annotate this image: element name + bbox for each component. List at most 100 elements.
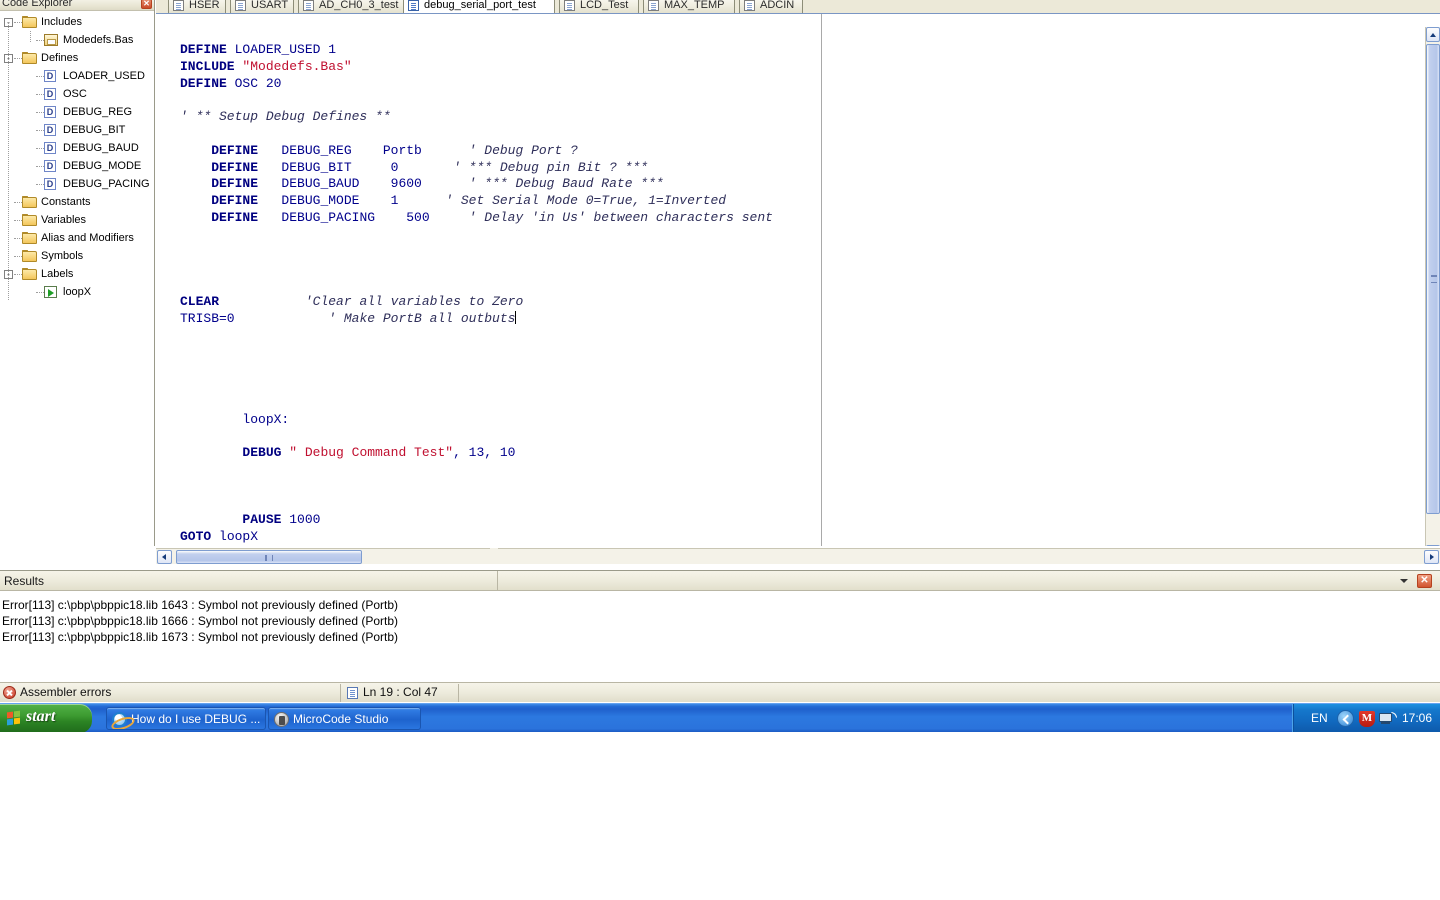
tree-item-label: DEBUG_BIT [63,121,125,139]
tree-item-label: DEBUG_PACING [63,175,150,193]
scroll-up-icon[interactable] [1426,27,1440,42]
tray-language-indicator[interactable]: EN [1311,711,1328,725]
define-icon: D [44,160,56,172]
code-token: DEBUG_REG Portb [258,143,469,158]
code-token: PAUSE [242,512,281,527]
document-icon [744,0,755,11]
code-token: " Debug Command Test" [281,445,453,460]
tab-max-temp[interactable]: MAX_TEMP [643,0,735,13]
document-icon [235,0,246,11]
tab-debug-serial-port-test[interactable]: debug_serial_port_test [403,0,555,13]
code-line [180,378,773,395]
results-list: Error[113] c:\pbp\pbppic18.lib 1643 : Sy… [2,597,398,645]
code-token: 'Clear all variables to Zero [305,294,523,309]
tree-item-label: DEBUG_REG [63,103,132,121]
taskbar-button-microcode-studio[interactable]: MicroCode Studio [268,707,421,730]
tree-item-label: Variables [41,211,86,229]
status-error-text: Assembler errors [20,685,111,699]
code-line: TRISB=0 ' Make PortB all outbuts [180,311,773,328]
tree-item-debug-pacing[interactable]: DDEBUG_PACING [0,175,154,193]
code-explorer-titlebar: Code Explorer ✕ [0,0,155,11]
scroll-down-icon[interactable] [1426,545,1440,546]
document-icon [303,0,314,11]
document-icon [347,687,358,699]
mcafee-shield-icon[interactable]: M [1359,711,1375,727]
editor-horizontal-scrollbar[interactable] [156,548,1440,564]
tree-item-includes[interactable]: -Includes [0,13,154,31]
tab-lcd-test[interactable]: LCD_Test [559,0,639,13]
code-editor[interactable]: DEFINE LOADER_USED 1INCLUDE "Modedefs.Ba… [156,13,1440,546]
start-button[interactable]: start [0,704,92,733]
tree-item-variables[interactable]: Variables [0,211,154,229]
code-token: ' Make PortB all outbuts [328,311,515,326]
code-token [180,210,211,225]
tab-adcin[interactable]: ADCIN [739,0,803,13]
code-token [180,176,211,191]
tree-item-label: Constants [41,193,91,211]
status-line-column: Ln 19 : Col 47 [363,685,438,699]
tree-item-debug-bit[interactable]: DDEBUG_BIT [0,121,154,139]
define-icon: D [44,70,56,82]
tree-item-loopx[interactable]: loopX [0,283,154,301]
code-line [180,479,773,496]
tree-item-debug-baud[interactable]: DDEBUG_BAUD [0,139,154,157]
code-line: PAUSE 1000 [180,512,773,529]
folder-icon [22,196,37,208]
tree-item-symbols[interactable]: Symbols [0,247,154,265]
code-line [180,260,773,277]
code-line [180,328,773,345]
tab-ad-ch0-3-test[interactable]: AD_CH0_3_test [298,0,413,13]
code-token [180,143,211,158]
start-button-label: start [26,708,55,726]
scroll-right-icon[interactable] [1424,550,1439,564]
result-row[interactable]: Error[113] c:\pbp\pbppic18.lib 1643 : Sy… [2,597,398,613]
code-token: DEBUG [242,445,281,460]
horizontal-scroll-thumb[interactable] [176,550,362,564]
code-token: GOTO [180,529,211,544]
network-icon[interactable] [1379,712,1395,726]
code-token: ' Debug Port ? [469,143,578,158]
editor-tab-strip: HSER USART AD_CH0_3_test debug_serial_port_… [156,0,1440,14]
code-token: INCLUDE [180,59,242,74]
results-close-icon[interactable]: ✕ [1417,574,1432,588]
code-token: ' Set Serial Mode 0=True, 1=Inverted [445,193,726,208]
taskbar-button-how-do-i-use-debug[interactable]: How do I use DEBUG ... [106,707,266,730]
tree-guide-line [8,22,9,300]
result-row[interactable]: Error[113] c:\pbp\pbppic18.lib 1666 : Sy… [2,613,398,629]
scroll-left-icon[interactable] [157,550,172,564]
vertical-scroll-thumb[interactable] [1426,44,1440,514]
tree-item-label: Symbols [41,247,83,265]
tree-item-defines[interactable]: -Defines [0,49,154,67]
code-token: TRISB=0 [180,311,235,326]
tab-label: debug_serial_port_test [424,0,536,11]
tree-item-label: Labels [41,265,73,283]
windows-logo-icon [7,711,22,726]
tray-clock[interactable]: 17:06 [1402,711,1432,725]
result-row[interactable]: Error[113] c:\pbp\pbppic18.lib 1673 : Sy… [2,629,398,645]
tree-item-label: Defines [41,49,78,67]
tree-item-debug-mode[interactable]: DDEBUG_MODE [0,157,154,175]
tree-item-modedefs-bas[interactable]: Modedefs.Bas [0,31,154,49]
tree-item-labels[interactable]: -Labels [0,265,154,283]
text-cursor [515,311,516,324]
code-line: DEFINE OSC 20 [180,76,773,93]
tree-item-loader-used[interactable]: DLOADER_USED [0,67,154,85]
editor-vertical-scrollbar[interactable] [1425,27,1440,546]
tree-item-label: Alias and Modifiers [41,229,134,247]
code-line: DEFINE DEBUG_BIT 0 ' *** Debug pin Bit ?… [180,160,773,177]
tree-item-alias-and-modifiers[interactable]: Alias and Modifiers [0,229,154,247]
document-icon [648,0,659,11]
tab-hser[interactable]: HSER [168,0,226,13]
tree-item-label: loopX [63,283,91,301]
tab-usart[interactable]: USART [230,0,294,13]
tree-item-constants[interactable]: Constants [0,193,154,211]
error-icon [3,686,16,699]
code-line [180,395,773,412]
chevron-left-icon[interactable] [1337,710,1354,727]
chevron-down-icon[interactable] [1400,579,1408,583]
tree-item-osc[interactable]: DOSC [0,85,154,103]
close-icon[interactable]: ✕ [141,0,152,9]
code-text[interactable]: DEFINE LOADER_USED 1INCLUDE "Modedefs.Ba… [180,42,773,546]
tree-item-debug-reg[interactable]: DDEBUG_REG [0,103,154,121]
code-editor-surface[interactable]: DEFINE LOADER_USED 1INCLUDE "Modedefs.Ba… [156,14,1425,546]
